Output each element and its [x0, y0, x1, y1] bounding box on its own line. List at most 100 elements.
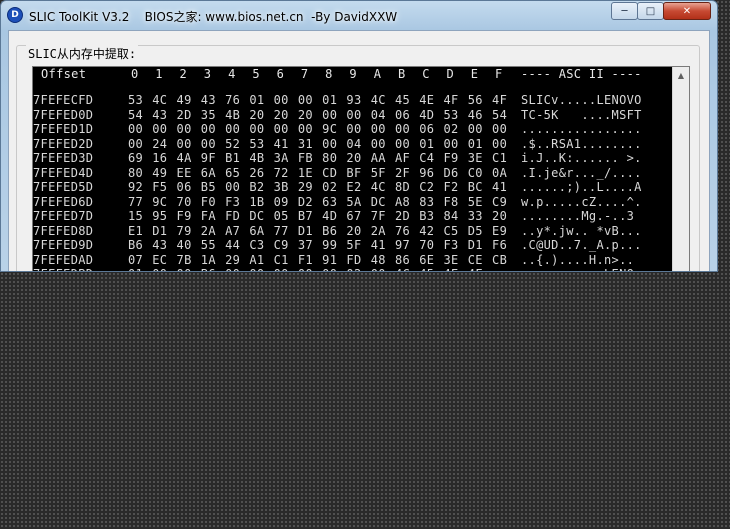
hex-byte: 69 — [128, 151, 144, 165]
scroll-up-icon[interactable]: ▲ — [673, 67, 689, 83]
hex-byte: 2F — [394, 165, 411, 180]
hex-byte: 4C — [395, 267, 410, 271]
hex-byte: 54 — [128, 107, 144, 122]
hex-byte: 31 — [297, 136, 313, 151]
hex-byte: F6 — [492, 238, 508, 252]
hex-byte: 49 — [152, 165, 168, 180]
hex-dump-view[interactable]: Offset 0123456789ABCDEF ---- ASC II ----… — [32, 66, 690, 271]
hex-byte: 4F — [492, 93, 508, 107]
row-ascii: i.J..K:...... >. — [521, 151, 642, 165]
hex-row: 7FEFEDBD 01 00 00 B6 00 00 00 00 00 02 00 4C 45 4E 4F..… — [33, 267, 673, 271]
hex-byte: AA — [370, 151, 386, 165]
hex-byte: 00 — [152, 122, 168, 136]
hex-byte: B5 — [200, 180, 216, 194]
hex-byte: 96 — [419, 165, 435, 180]
hex-byte: 4F — [468, 267, 483, 271]
minimize-button[interactable]: ─ — [611, 2, 638, 20]
hex-byte: 24 — [152, 136, 168, 151]
hex-byte: C9 — [492, 194, 508, 209]
hex-byte: 70 — [419, 238, 435, 252]
row-ascii: ..{.)....H.n>.. — [521, 252, 635, 267]
hex-byte: 7F — [370, 209, 386, 223]
hex-byte: 04 — [346, 136, 362, 151]
hex-byte: 20 — [346, 223, 362, 238]
hex-byte: 4D — [322, 209, 338, 223]
hex-byte: 37 — [297, 238, 313, 252]
hex-byte: 4C — [370, 180, 386, 194]
hex-byte: B6 — [322, 223, 338, 238]
hex-byte: 41 — [492, 180, 508, 194]
row-address: 7FEFED3D — [33, 151, 94, 165]
title-bar[interactable]: D SLIC ToolKit V3.2 BIOS之家: www.bios.net… — [1, 1, 717, 31]
hex-byte: 00 — [297, 93, 313, 107]
hex-byte: 2D — [394, 209, 411, 223]
hex-byte: 4D — [419, 107, 435, 122]
hex-byte: 06 — [394, 107, 411, 122]
maximize-button[interactable]: □ — [637, 2, 664, 20]
hex-byte: CD — [322, 165, 338, 180]
row-ascii: w.p.....cZ....^. — [521, 194, 642, 209]
hex-byte: 83 — [419, 194, 435, 209]
hex-byte: 4E — [419, 93, 435, 107]
hex-byte: 5F — [370, 165, 386, 180]
hex-byte: 7B — [176, 252, 192, 267]
hex-byte: 02 — [346, 267, 361, 271]
hex-byte: F0 — [200, 194, 216, 209]
hex-byte: 56 — [467, 93, 483, 107]
hex-byte: D1 — [297, 223, 313, 238]
row-ascii: TC-5K ....MSFT — [521, 107, 642, 122]
hex-byte: 70 — [176, 194, 192, 209]
hex-byte: C0 — [467, 165, 483, 180]
hex-byte: 00 — [249, 122, 265, 136]
hex-byte: 46 — [467, 107, 483, 122]
hex-byte: 0A — [492, 165, 508, 180]
hex-byte: F9 — [443, 151, 459, 165]
hex-byte: 53 — [249, 136, 265, 151]
hex-byte: 4B — [225, 107, 241, 122]
hex-byte: B6 — [128, 238, 144, 252]
hex-byte: 00 — [492, 136, 508, 151]
hex-rows: 7FEFECFD 53 4C 49 43 76 01 00 00 01 93 4C 45 4E 4F 56 4F… — [33, 67, 689, 271]
app-icon[interactable]: D — [7, 7, 23, 23]
hex-byte: 00 — [298, 267, 313, 271]
hex-byte: B7 — [297, 209, 313, 223]
row-ascii: ........Mg.-..3 — [521, 209, 642, 223]
hex-byte: B6 — [201, 267, 216, 271]
hex-byte: 00 — [322, 107, 338, 122]
hex-byte: 29 — [225, 252, 241, 267]
hex-byte: 00 — [274, 267, 289, 271]
hex-byte: 76 — [394, 223, 411, 238]
hex-byte: 20 — [297, 107, 313, 122]
hex-byte: 02 — [443, 122, 459, 136]
vertical-scrollbar[interactable]: ▲ — [672, 67, 689, 271]
minimize-icon: ─ — [621, 5, 628, 17]
hex-byte: CB — [492, 252, 508, 267]
hex-byte: 40 — [176, 238, 192, 252]
main-window: D SLIC ToolKit V3.2 BIOS之家: www.bios.net… — [0, 0, 718, 272]
hex-byte: 01 — [249, 93, 265, 107]
close-icon: ✕ — [682, 5, 692, 17]
hex-byte: F3 — [443, 238, 459, 252]
hex-byte: 20 — [249, 107, 265, 122]
hex-byte: 20 — [273, 107, 289, 122]
hex-byte: 04 — [370, 107, 386, 122]
hex-byte: F2 — [443, 180, 459, 194]
hex-byte: D2 — [297, 194, 313, 209]
hex-byte: 2D — [176, 107, 192, 122]
window-title: SLIC ToolKit V3.2 BIOS之家: www.bios.net.c… — [29, 10, 398, 24]
hex-byte: 6A — [249, 223, 265, 238]
hex-byte: 00 — [273, 93, 289, 107]
row-address: 7FEFED0D — [33, 107, 94, 122]
hex-byte: 00 — [176, 136, 192, 151]
hex-byte: 6E — [419, 252, 435, 267]
hex-byte: 00 — [177, 267, 192, 271]
hex-byte: 01 — [128, 267, 143, 271]
hex-byte: F5 — [152, 180, 168, 194]
hex-byte: 76 — [225, 93, 241, 107]
row-ascii: ................ — [521, 122, 642, 136]
hex-byte: E1 — [128, 223, 144, 238]
hex-byte: B1 — [225, 151, 241, 165]
hex-byte: 00 — [225, 122, 241, 136]
hex-byte: 00 — [371, 267, 386, 271]
close-button[interactable]: ✕ — [663, 2, 711, 20]
